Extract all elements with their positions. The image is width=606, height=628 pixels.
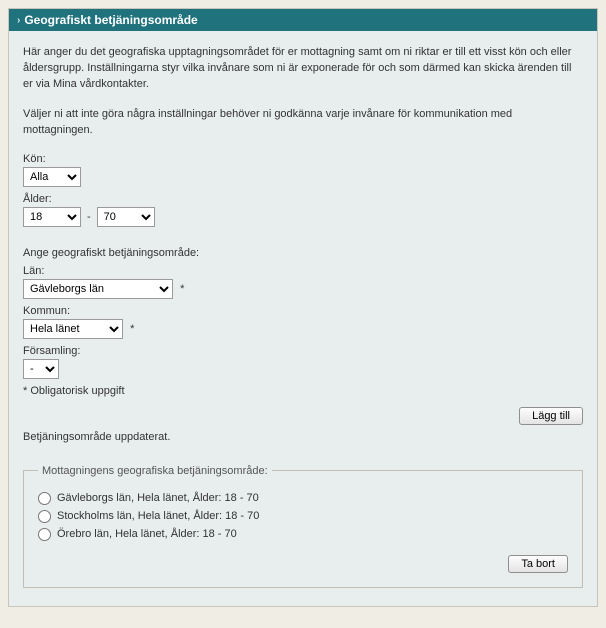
area-radio-0[interactable] bbox=[38, 492, 51, 505]
county-select[interactable]: Gävleborgs län bbox=[23, 279, 173, 299]
age-to-select[interactable]: 70 bbox=[97, 207, 155, 227]
county-required-star: * bbox=[180, 283, 184, 295]
area-label-2: Örebro län, Hela länet, Ålder: 18 - 70 bbox=[57, 528, 237, 540]
area-label-1: Stockholms län, Hela länet, Ålder: 18 - … bbox=[57, 510, 259, 522]
county-label: Län: bbox=[23, 265, 583, 277]
area-label-0: Gävleborgs län, Hela länet, Ålder: 18 - … bbox=[57, 492, 259, 504]
age-from-select[interactable]: 18 bbox=[23, 207, 81, 227]
areas-fieldset: Mottagningens geografiska betjäningsområ… bbox=[23, 465, 583, 588]
area-radio-1[interactable] bbox=[38, 510, 51, 523]
area-row[interactable]: Stockholms län, Hela länet, Ålder: 18 - … bbox=[38, 510, 568, 523]
area-row[interactable]: Gävleborgs län, Hela länet, Ålder: 18 - … bbox=[38, 492, 568, 505]
areas-legend: Mottagningens geografiska betjäningsområ… bbox=[38, 465, 272, 477]
intro-paragraph-2: Väljer ni att inte göra några inställnin… bbox=[23, 107, 583, 139]
add-button[interactable]: Lägg till bbox=[519, 407, 583, 425]
panel-title: Geografiskt betjäningsområde bbox=[24, 13, 197, 27]
parish-label: Församling: bbox=[23, 345, 583, 357]
parish-select[interactable]: - bbox=[23, 359, 59, 379]
panel-header: › Geografiskt betjäningsområde bbox=[9, 9, 597, 31]
required-note: * Obligatorisk uppgift bbox=[23, 385, 583, 397]
service-area-panel: › Geografiskt betjäningsområde Här anger… bbox=[8, 8, 598, 607]
gender-label: Kön: bbox=[23, 153, 583, 165]
remove-button[interactable]: Ta bort bbox=[508, 555, 568, 573]
municipality-required-star: * bbox=[130, 323, 134, 335]
panel-body: Här anger du det geografiska upptagnings… bbox=[9, 31, 597, 606]
geo-heading: Ange geografiskt betjäningsområde: bbox=[23, 247, 583, 259]
intro-paragraph-1: Här anger du det geografiska upptagnings… bbox=[23, 45, 583, 93]
age-label: Ålder: bbox=[23, 193, 583, 205]
gender-select[interactable]: Alla bbox=[23, 167, 81, 187]
status-message: Betjäningsområde uppdaterat. bbox=[23, 431, 583, 443]
intro-text: Här anger du det geografiska upptagnings… bbox=[23, 45, 583, 139]
municipality-select[interactable]: Hela länet bbox=[23, 319, 123, 339]
area-row[interactable]: Örebro län, Hela länet, Ålder: 18 - 70 bbox=[38, 528, 568, 541]
chevron-right-icon: › bbox=[17, 15, 20, 26]
age-separator: - bbox=[87, 211, 91, 223]
area-radio-2[interactable] bbox=[38, 528, 51, 541]
municipality-label: Kommun: bbox=[23, 305, 583, 317]
